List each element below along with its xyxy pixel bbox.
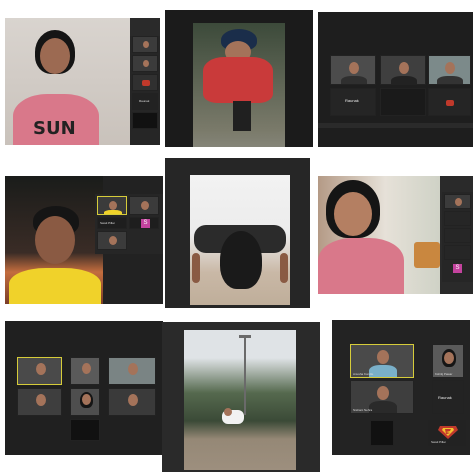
participant-thumb[interactable] [132,55,158,72]
tile-pushup-topdown [165,158,310,308]
participant-thumb[interactable] [70,357,100,385]
participant-anusha[interactable]: Anusha Kondle [350,344,414,378]
participant-thumb[interactable] [129,196,159,215]
participant-thumb[interactable] [428,55,471,85]
participant-thumb[interactable]: Kshitij Pawar [432,344,464,378]
participant-thumb[interactable] [97,231,127,250]
participant-name: Swati Pillai [100,221,115,225]
participant-name: Nishant Nehra [353,408,373,412]
tile-gallery-bottom-left [5,321,163,455]
participant-thumb[interactable] [380,88,426,116]
participant-name: Anusha Kondle [353,372,374,376]
speaker-video-man [5,176,103,304]
tile-pushup-red [165,10,313,147]
participant-raunak[interactable]: Raunak [132,93,158,110]
participants-sidebar: Raunak [130,36,160,145]
participant-name: Kshitij Pawar [435,372,453,376]
tile-man-yellow-shirt: Swati Pillai S [5,176,163,304]
speaker-video-woman: SUN [5,18,130,145]
participant-name: Swati Pillai [431,440,446,444]
participant-thumb[interactable] [428,88,471,116]
participant-thumb[interactable] [132,74,158,91]
participant-raunak[interactable]: Raunak [432,380,464,414]
participant-swati-pillai[interactable]: Swati Pillai [428,420,466,446]
participant-thumb[interactable] [70,419,100,441]
superman-logo-icon [438,426,458,439]
participant-swati-pillai[interactable]: Swati Pillai [97,217,127,229]
s-avatar-icon: S [141,219,150,228]
participant-thumb[interactable] [97,196,127,215]
participant-thumb[interactable] [132,36,158,53]
speaker-video-pushup [193,23,285,147]
speaker-video-pushup-topdown [190,175,290,305]
participant-thumb[interactable] [132,112,158,129]
participant-thumb[interactable] [370,420,394,446]
participant-thumb[interactable] [444,245,471,260]
participant-thumb[interactable] [70,388,100,416]
participant-thumb[interactable] [108,357,156,385]
participant-thumb[interactable] [17,388,62,416]
participants-grid: Swati Pillai S [95,194,163,254]
participant-thumb[interactable] [444,211,471,226]
participant-thumb[interactable] [444,194,471,209]
participant-thumb[interactable] [17,357,62,385]
video-call-collage: SUN Raunak Raunak Swati Pillai S S Anush… [0,0,473,473]
tile-gallery-bottom-right: Anusha Kondle Kshitij Pawar Nishant Nehr… [332,320,470,455]
participant-thumb[interactable]: S [129,217,159,229]
taskbar [318,123,473,128]
participant-nishant[interactable]: Nishant Nehra [350,380,414,414]
participant-name: Raunak [438,395,452,400]
tile-woman-thinking: S [318,176,473,294]
participant-thumb[interactable] [330,55,376,85]
participant-thumb[interactable] [444,228,471,243]
participant-thumb[interactable] [380,55,426,85]
tile-gallery-top-right: Raunak [318,12,473,147]
participant-thumb[interactable] [108,388,156,416]
tile-outdoor-workout [162,322,320,472]
tile-woman-pink-shirt: SUN Raunak [5,18,160,145]
participants-sidebar: S [442,192,473,282]
message-bubble-icon [446,100,454,106]
participant-name: Raunak [139,99,150,103]
speaker-video-woman-thinking [318,176,440,294]
participant-raunak[interactable]: Raunak [330,88,376,116]
message-bubble-icon [142,80,150,86]
speaker-video-outdoor [184,330,296,470]
participant-name: Raunak [345,98,359,103]
s-avatar-icon: S [453,264,462,273]
